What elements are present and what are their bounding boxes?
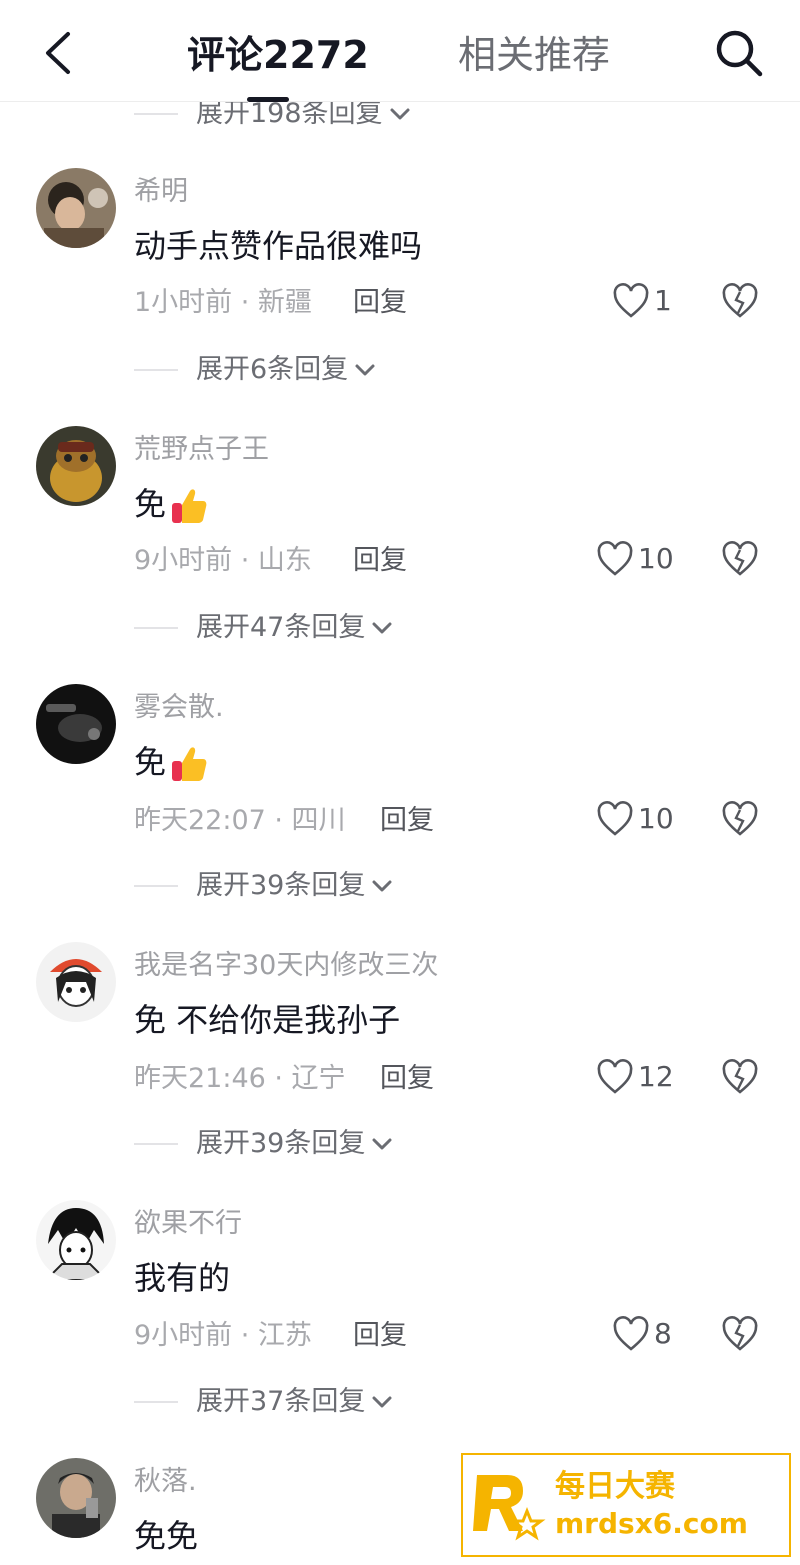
like-count: 12 bbox=[638, 1060, 674, 1093]
expand-replies-button[interactable]: 展开47条回复 bbox=[134, 610, 393, 646]
heart-icon bbox=[613, 283, 649, 318]
reply-button[interactable]: 回复 bbox=[380, 1061, 434, 1097]
comment-text: 免 bbox=[134, 740, 210, 785]
comment-meta: 9小时前 · 山东 bbox=[134, 545, 312, 576]
divider-line bbox=[134, 627, 178, 629]
username[interactable]: 我是名字30天内修改三次 bbox=[134, 948, 438, 984]
thumbs-up-emoji-icon bbox=[172, 489, 207, 523]
broken-heart-icon[interactable] bbox=[722, 541, 758, 577]
avatar[interactable] bbox=[36, 426, 116, 506]
divider-line bbox=[134, 1143, 178, 1145]
heart-icon bbox=[613, 1316, 649, 1351]
like-button[interactable]: 12 bbox=[596, 1059, 674, 1095]
watermark-name: 每日大赛 bbox=[555, 1469, 675, 1504]
like-button[interactable]: 10 bbox=[596, 801, 674, 837]
divider-line bbox=[134, 113, 178, 115]
comment-text: 免 不给你是我孙子 bbox=[134, 1001, 401, 1039]
avatar[interactable] bbox=[36, 684, 116, 764]
chevron-down-icon bbox=[372, 880, 392, 892]
comment-meta: 1小时前 · 新疆 bbox=[134, 287, 312, 318]
divider-line bbox=[134, 1401, 178, 1403]
expand-replies-button[interactable]: 展开39条回复 bbox=[134, 1126, 393, 1162]
username[interactable]: 欲果不行 bbox=[134, 1206, 242, 1242]
divider-line bbox=[134, 369, 178, 371]
comment-text-content: 免 bbox=[134, 743, 167, 781]
comment-meta: 9小时前 · 江苏 bbox=[134, 1320, 312, 1351]
comment-meta: 昨天22:07 · 四川 bbox=[134, 805, 346, 836]
avatar[interactable] bbox=[36, 1458, 116, 1538]
username[interactable]: 秋落. bbox=[134, 1464, 197, 1500]
watermark-r-star-icon bbox=[473, 1475, 546, 1541]
watermark-logo: 每日大赛 mrdsx6.com bbox=[461, 1453, 791, 1557]
comment-text: 动手点赞作品很难吗 bbox=[134, 227, 423, 265]
username[interactable]: 希明 bbox=[134, 174, 188, 210]
tab-comments[interactable]: 评论2272 bbox=[187, 30, 369, 80]
broken-heart-icon[interactable] bbox=[722, 283, 758, 319]
heart-icon bbox=[597, 1059, 633, 1094]
expand-replies-button[interactable]: 展开6条回复 bbox=[134, 352, 376, 388]
like-button[interactable]: 1 bbox=[612, 283, 672, 319]
avatar[interactable] bbox=[36, 168, 116, 248]
reply-button[interactable]: 回复 bbox=[353, 285, 407, 321]
chevron-down-icon bbox=[372, 1138, 392, 1150]
username[interactable]: 荒野点子王 bbox=[134, 432, 269, 468]
like-button[interactable]: 8 bbox=[612, 1316, 672, 1352]
broken-heart-icon[interactable] bbox=[722, 1316, 758, 1352]
like-count: 1 bbox=[654, 284, 672, 317]
comment-text: 我有的 bbox=[134, 1259, 231, 1297]
reply-button[interactable]: 回复 bbox=[380, 803, 434, 839]
active-tab-indicator bbox=[247, 97, 289, 102]
username[interactable]: 雾会散. bbox=[134, 690, 224, 726]
expand-replies-label: 展开47条回复 bbox=[196, 612, 366, 643]
comment-text: 免 bbox=[134, 482, 210, 527]
heart-icon bbox=[597, 801, 633, 836]
expand-replies-label: 展开39条回复 bbox=[196, 1128, 366, 1159]
chevron-down-icon bbox=[390, 108, 410, 120]
expand-replies-button[interactable]: 展开37条回复 bbox=[134, 1384, 393, 1420]
like-count: 8 bbox=[654, 1317, 672, 1350]
tab-related[interactable]: 相关推荐 bbox=[458, 30, 610, 80]
like-count: 10 bbox=[638, 802, 674, 835]
avatar[interactable] bbox=[36, 942, 116, 1022]
heart-icon bbox=[597, 541, 633, 576]
thumbs-up-emoji-icon bbox=[172, 747, 207, 781]
like-count: 10 bbox=[638, 542, 674, 575]
comment-meta: 昨天21:46 · 辽宁 bbox=[134, 1063, 346, 1094]
chevron-down-icon bbox=[372, 1396, 392, 1408]
divider-line bbox=[134, 885, 178, 887]
reply-button[interactable]: 回复 bbox=[353, 543, 407, 579]
reply-button[interactable]: 回复 bbox=[353, 1318, 407, 1354]
comment-text-content: 免 bbox=[134, 485, 167, 523]
search-icon[interactable] bbox=[710, 24, 766, 80]
chevron-down-icon bbox=[355, 364, 375, 376]
watermark-url: mrdsx6.com bbox=[555, 1507, 748, 1540]
expand-replies-label: 展开6条回复 bbox=[196, 354, 349, 385]
back-arrow-icon[interactable] bbox=[38, 28, 82, 78]
like-button[interactable]: 10 bbox=[596, 541, 674, 577]
expand-replies-button[interactable]: 展开39条回复 bbox=[134, 868, 393, 904]
chevron-down-icon bbox=[372, 622, 392, 634]
avatar[interactable] bbox=[36, 1200, 116, 1280]
expand-replies-label: 展开37条回复 bbox=[196, 1386, 366, 1417]
top-bar: 评论2272 相关推荐 bbox=[0, 0, 800, 102]
broken-heart-icon[interactable] bbox=[722, 1059, 758, 1095]
comment-text: 免免 bbox=[134, 1517, 199, 1555]
expand-replies-label: 展开39条回复 bbox=[196, 870, 366, 901]
broken-heart-icon[interactable] bbox=[722, 801, 758, 837]
